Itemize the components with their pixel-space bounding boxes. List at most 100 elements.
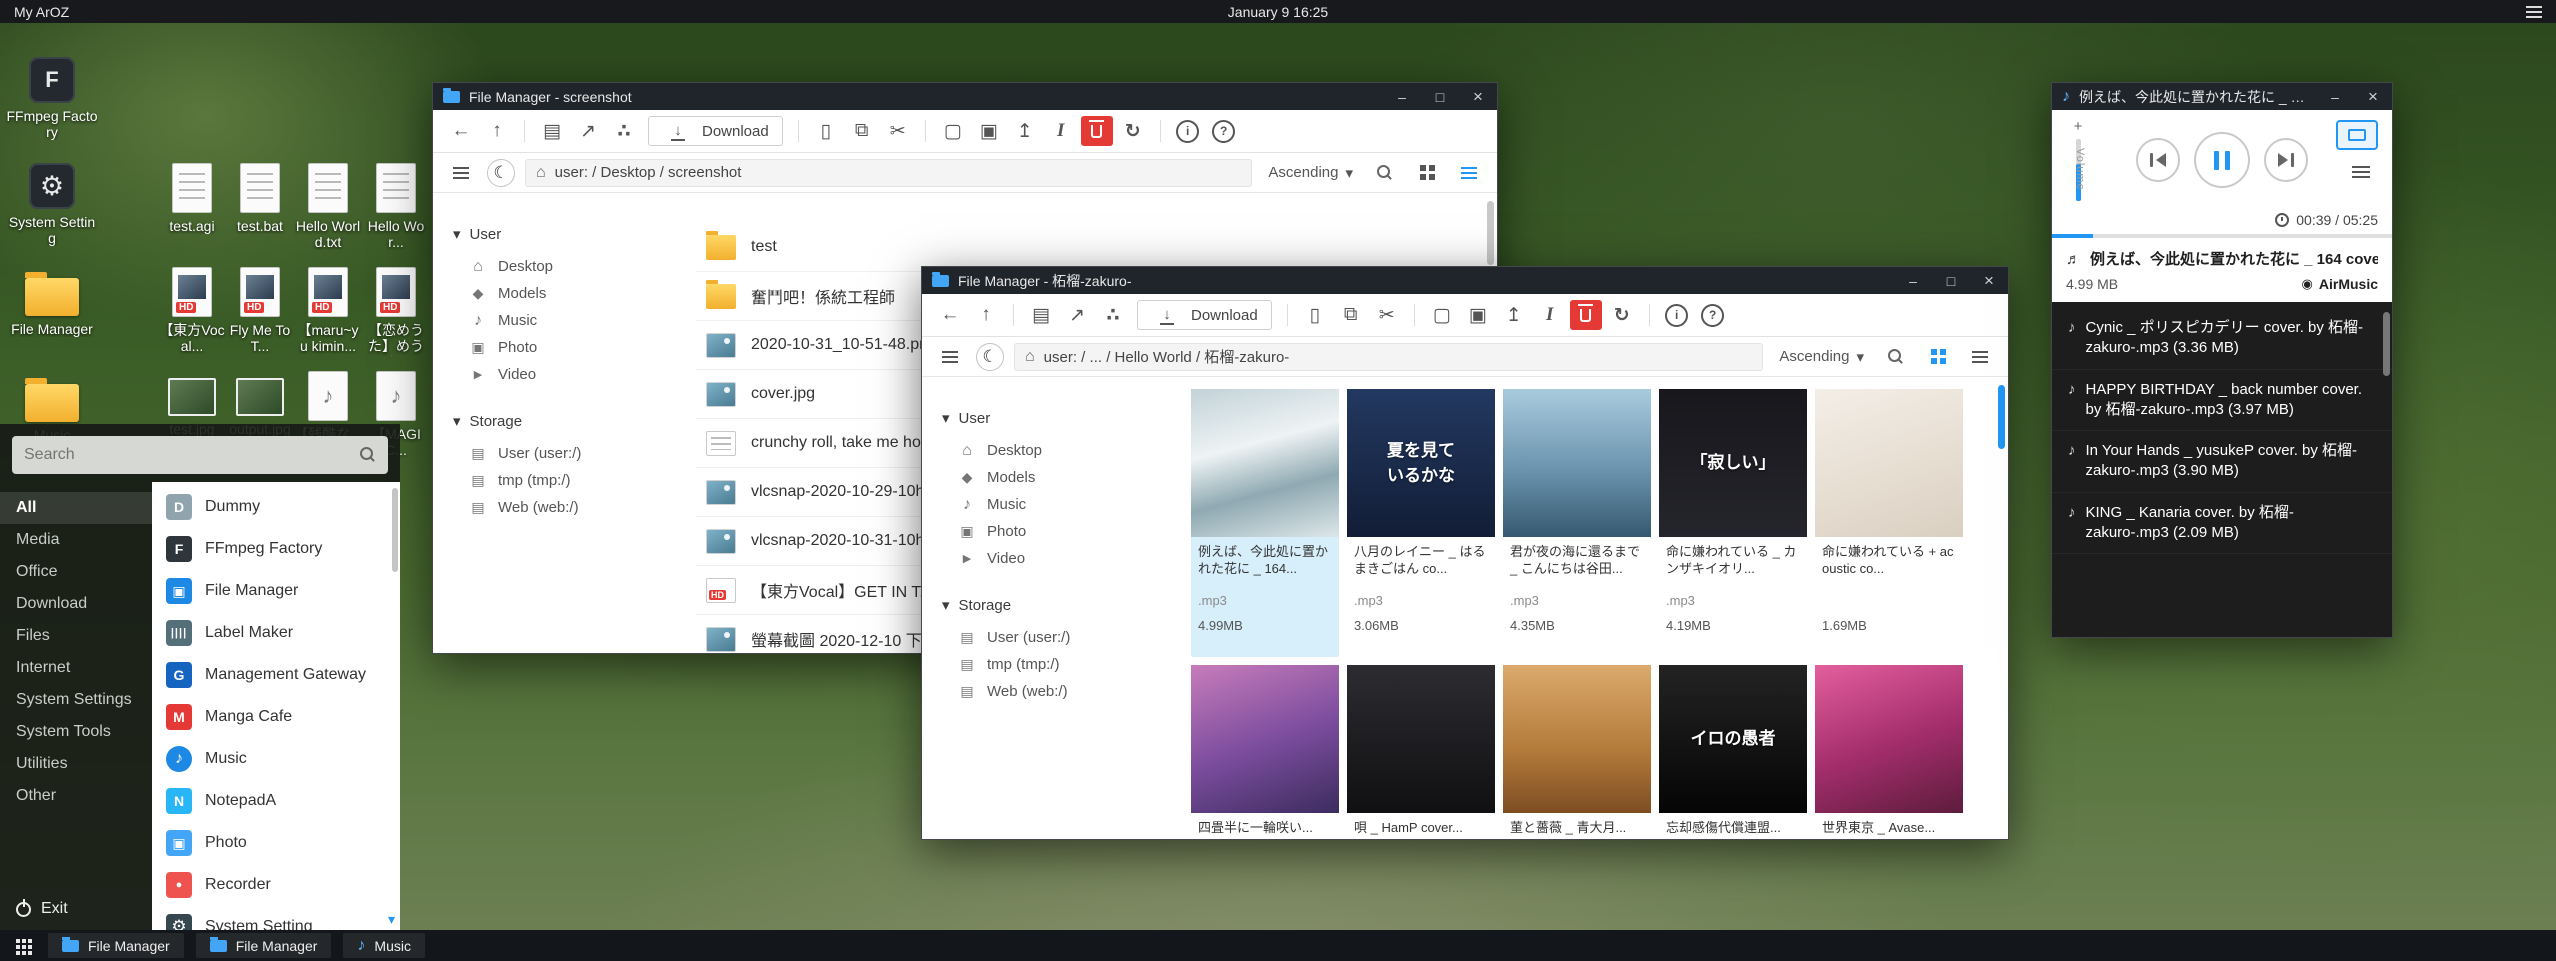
download-button[interactable]: Download [1137, 300, 1272, 330]
window-titlebar[interactable]: File Manager - 柘榴-zakuro- [922, 267, 2008, 294]
desktop-icon[interactable]: test.agi [158, 156, 226, 252]
category-item[interactable]: Files [0, 620, 152, 652]
file-tile[interactable]: 唄 _ HamP cover... [1347, 665, 1495, 839]
sidebar-section-storage[interactable]: Storage [942, 596, 1177, 614]
sidebar-item[interactable]: User (user:/) [453, 440, 688, 467]
sidebar-item[interactable]: Models [453, 280, 688, 307]
file-tile[interactable]: イロの愚者 忘却感傷代償連盟... [1659, 665, 1807, 839]
info-icon[interactable] [1661, 300, 1693, 330]
up-icon[interactable] [481, 116, 513, 146]
app-item[interactable]: Label Maker [152, 612, 400, 654]
file-tile[interactable]: 菫と薔薇 _ 青大月... [1503, 665, 1651, 839]
desktop-icon[interactable]: System Setting [6, 156, 98, 252]
refresh-icon[interactable] [1606, 300, 1638, 330]
topbar-menu-button[interactable] [2526, 11, 2542, 13]
app-item[interactable]: Manga Cafe [152, 696, 400, 738]
sidebar-item[interactable]: Web (web:/) [453, 494, 688, 521]
help-icon[interactable] [1208, 116, 1240, 146]
maximize-button[interactable] [1932, 267, 1970, 294]
desktop-icon[interactable]: 【maru~yu kimin... [294, 260, 362, 356]
sidebar-section-storage[interactable]: Storage [453, 412, 688, 430]
desktop-icon[interactable]: Hello World.txt [294, 156, 362, 252]
theme-toggle-button[interactable] [976, 343, 1004, 371]
exit-button[interactable]: Exit [16, 900, 68, 918]
category-item[interactable]: Internet [0, 652, 152, 684]
app-list-scrollbar[interactable] [392, 488, 398, 572]
file-tile[interactable]: 「寂しい」 命に嫌われている _ カンザキイオリ... .mp3 4.19MB [1659, 389, 1807, 657]
desktop-icon[interactable]: 【恋めうた】めうめ... [362, 260, 430, 356]
app-item[interactable]: System Setting [152, 906, 400, 930]
app-item[interactable]: Management Gateway [152, 654, 400, 696]
file-tile[interactable]: 命に嫌われている + acoustic co... 1.69MB [1815, 389, 1963, 657]
close-button[interactable] [1459, 83, 1497, 110]
app-item[interactable]: Dummy [152, 486, 400, 528]
minimize-button[interactable] [1894, 267, 1932, 294]
app-item[interactable]: Photo [152, 822, 400, 864]
file-row[interactable]: test [696, 223, 1477, 272]
delete-button[interactable] [1081, 116, 1113, 146]
app-item[interactable]: File Manager [152, 570, 400, 612]
scrollbar[interactable] [1487, 201, 1494, 265]
desktop-icon[interactable]: Fly Me To T... [226, 260, 294, 356]
category-item[interactable]: Utilities [0, 748, 152, 780]
desktop-icon[interactable]: Hello Wor... [362, 156, 430, 252]
sidebar-item[interactable]: Desktop [453, 253, 688, 280]
playlist-item[interactable]: KING _ Kanaria cover. by 柘榴-zakuro-.mp3 … [2052, 493, 2392, 555]
menu-icon[interactable] [934, 342, 966, 372]
category-item[interactable]: Other [0, 780, 152, 812]
sidebar-item[interactable]: User (user:/) [942, 624, 1177, 651]
player-menu-button[interactable] [2352, 166, 2370, 168]
cut-icon[interactable] [1371, 300, 1403, 330]
file-tile[interactable]: 四畳半に一輪咲い... [1191, 665, 1339, 839]
sidebar-item[interactable]: tmp (tmp:/) [453, 467, 688, 494]
seek-bar[interactable] [2052, 234, 2392, 238]
taskbar-item[interactable]: File Manager [48, 933, 184, 958]
desktop-icon[interactable]: FFmpeg Factory [6, 50, 98, 146]
cast-button[interactable] [2336, 120, 2378, 150]
back-icon[interactable] [445, 116, 477, 146]
scroll-down-icon[interactable] [388, 911, 395, 928]
new-file-icon[interactable] [937, 116, 969, 146]
airmusic-button[interactable]: AirMusic [2302, 275, 2378, 292]
new-folder-icon[interactable] [1462, 300, 1494, 330]
external-link-icon[interactable] [1061, 300, 1093, 330]
playlist-scrollbar[interactable] [2383, 312, 2390, 376]
file-tile[interactable]: 例えば、今此処に置かれた花に _ 164... .mp3 4.99MB [1191, 389, 1339, 657]
copy-icon[interactable] [1335, 300, 1367, 330]
upload-icon[interactable] [1498, 300, 1530, 330]
open-folder-icon[interactable] [536, 116, 568, 146]
sidebar-section-user[interactable]: User [942, 409, 1177, 427]
pause-button[interactable] [2194, 132, 2250, 188]
file-tile[interactable]: 夏を見て いるかな 八月のレイニー _ はるまきごはん co... .mp3 3… [1347, 389, 1495, 657]
app-item[interactable]: Music [152, 738, 400, 780]
category-item[interactable]: Download [0, 588, 152, 620]
window-titlebar[interactable]: 例えば、今此処に置かれた花に _ 164 c... [2052, 83, 2392, 110]
copy-icon[interactable] [846, 116, 878, 146]
category-item[interactable]: System Tools [0, 716, 152, 748]
sidebar-item[interactable]: Photo [453, 334, 688, 361]
open-folder-icon[interactable] [1025, 300, 1057, 330]
sort-select[interactable]: Ascending [1268, 164, 1353, 182]
taskbar-item[interactable]: File Manager [196, 933, 332, 958]
share-icon[interactable] [1097, 300, 1129, 330]
list-view-icon[interactable] [1453, 158, 1485, 188]
sidebar-section-user[interactable]: User [453, 225, 688, 243]
sidebar-item[interactable]: tmp (tmp:/) [942, 651, 1177, 678]
next-button[interactable] [2264, 138, 2308, 182]
sidebar-item[interactable]: Web (web:/) [942, 678, 1177, 705]
app-item[interactable]: NotepadA [152, 780, 400, 822]
app-item[interactable]: FFmpeg Factory [152, 528, 400, 570]
sort-select[interactable]: Ascending [1779, 348, 1864, 366]
desktop-icon[interactable]: test.bat [226, 156, 294, 252]
share-icon[interactable] [608, 116, 640, 146]
maximize-button[interactable] [1421, 83, 1459, 110]
upload-icon[interactable] [1009, 116, 1041, 146]
sidebar-item[interactable]: Models [942, 464, 1177, 491]
category-item[interactable]: Office [0, 556, 152, 588]
minimize-button[interactable] [2316, 83, 2354, 110]
theme-toggle-button[interactable] [487, 159, 515, 187]
sidebar-item[interactable]: Desktop [942, 437, 1177, 464]
search-icon[interactable] [1369, 158, 1401, 188]
category-item[interactable]: Media [0, 524, 152, 556]
new-file-icon[interactable] [1426, 300, 1458, 330]
